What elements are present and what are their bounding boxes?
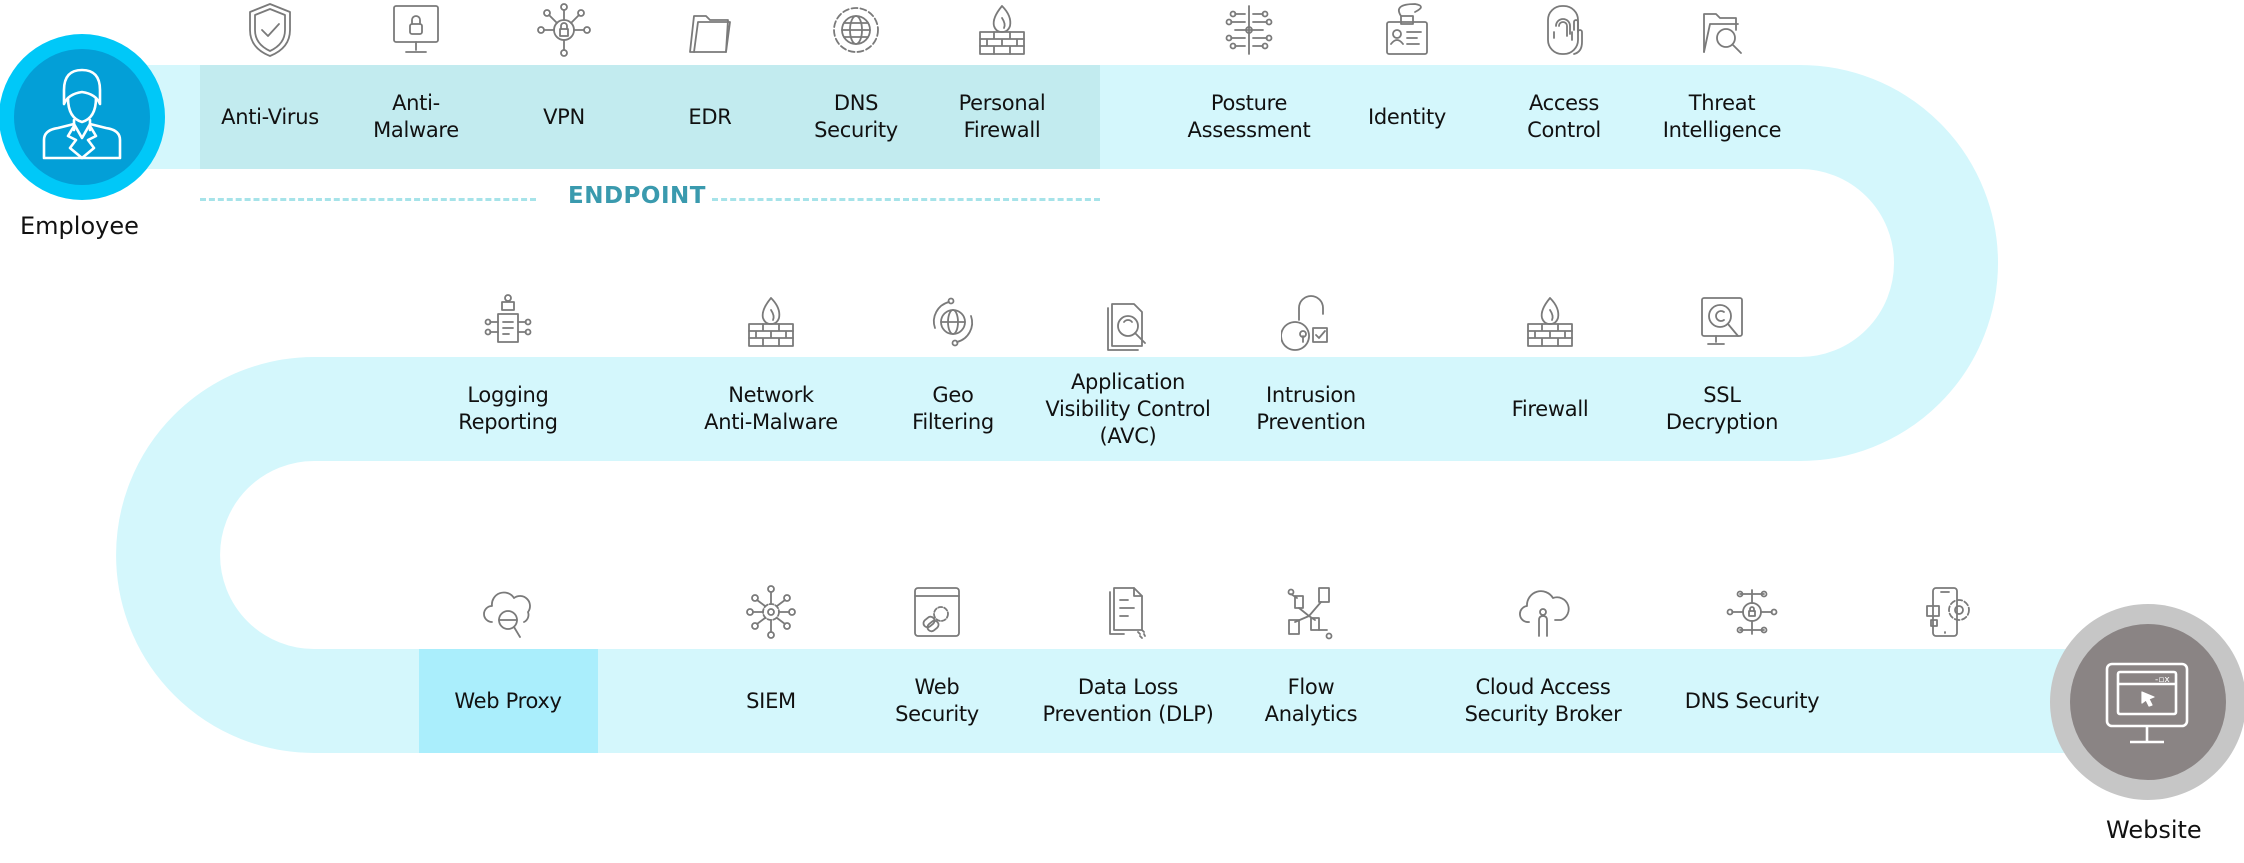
- padlock-check-icon: [1280, 292, 1341, 352]
- lock-network-icon: [1722, 582, 1782, 642]
- cloud-user-icon: [1513, 582, 1573, 642]
- firewall-icon: [972, 0, 1032, 60]
- firewall-icon: [741, 292, 801, 352]
- fingerprint-hand-icon: [1534, 0, 1594, 60]
- browser-gear-icon: [907, 582, 967, 642]
- document-search-icon: [1098, 292, 1158, 352]
- circuit-icon: [1219, 0, 1279, 60]
- section-title-endpoint: ENDPOINT: [568, 183, 706, 209]
- security-item-label: Network Anti-Malware: [704, 383, 838, 434]
- security-item-label: Intrusion Prevention: [1256, 383, 1366, 434]
- report-network-icon: [478, 292, 538, 352]
- document-leak-icon: [1098, 582, 1158, 642]
- security-item-label: Logging Reporting: [458, 383, 558, 434]
- endpoint-divider-right: [712, 198, 1100, 201]
- security-item-label: Application Visibility Control (AVC): [1045, 369, 1211, 448]
- globe-orbit-icon: [923, 292, 983, 352]
- security-item-label: Geo Filtering: [912, 383, 994, 434]
- security-item-label: Threat Intelligence: [1662, 91, 1782, 142]
- website-label: Website: [2106, 816, 2202, 844]
- security-item-label: Flow Analytics: [1264, 675, 1358, 726]
- security-item-label: Firewall: [1511, 396, 1589, 421]
- security-flow-diagram: -▫x Employee Website ENDPOINT Anti-Virus…: [0, 0, 2244, 863]
- security-item-label: DNS Security: [1684, 688, 1820, 713]
- firewall-icon: [1520, 292, 1580, 352]
- id-badge-icon: [1377, 0, 1437, 60]
- website-node[interactable]: -▫x: [2050, 604, 2244, 800]
- monitor-lock-icon: [386, 0, 446, 60]
- security-item-label: Web Proxy: [454, 688, 562, 713]
- security-item-label: SSL Decryption: [1665, 383, 1779, 434]
- network-lock-icon: [534, 0, 594, 60]
- folder-search-icon: [1692, 0, 1752, 60]
- folder-icon: [680, 0, 740, 60]
- endpoint-divider-left: [200, 198, 536, 201]
- security-item-label: Personal Firewall: [958, 91, 1046, 142]
- employee-node[interactable]: [0, 34, 165, 200]
- gear-globe-icon: [826, 0, 886, 60]
- monitor-search-icon: [1692, 292, 1752, 352]
- employee-label: Employee: [20, 212, 139, 240]
- svg-text:-▫x: -▫x: [2155, 675, 2170, 685]
- mobile-gear-icon: [1919, 582, 1979, 642]
- cloud-search-icon: [478, 582, 538, 642]
- flow-nodes-icon: [1281, 582, 1341, 642]
- shield-check-icon: [240, 0, 300, 60]
- gear-network-icon: [741, 582, 801, 642]
- security-item-label: Cloud Access Security Broker: [1464, 675, 1622, 726]
- security-item-label: Web Security: [895, 675, 979, 726]
- security-item-label: Data Loss Prevention (DLP): [1042, 675, 1214, 726]
